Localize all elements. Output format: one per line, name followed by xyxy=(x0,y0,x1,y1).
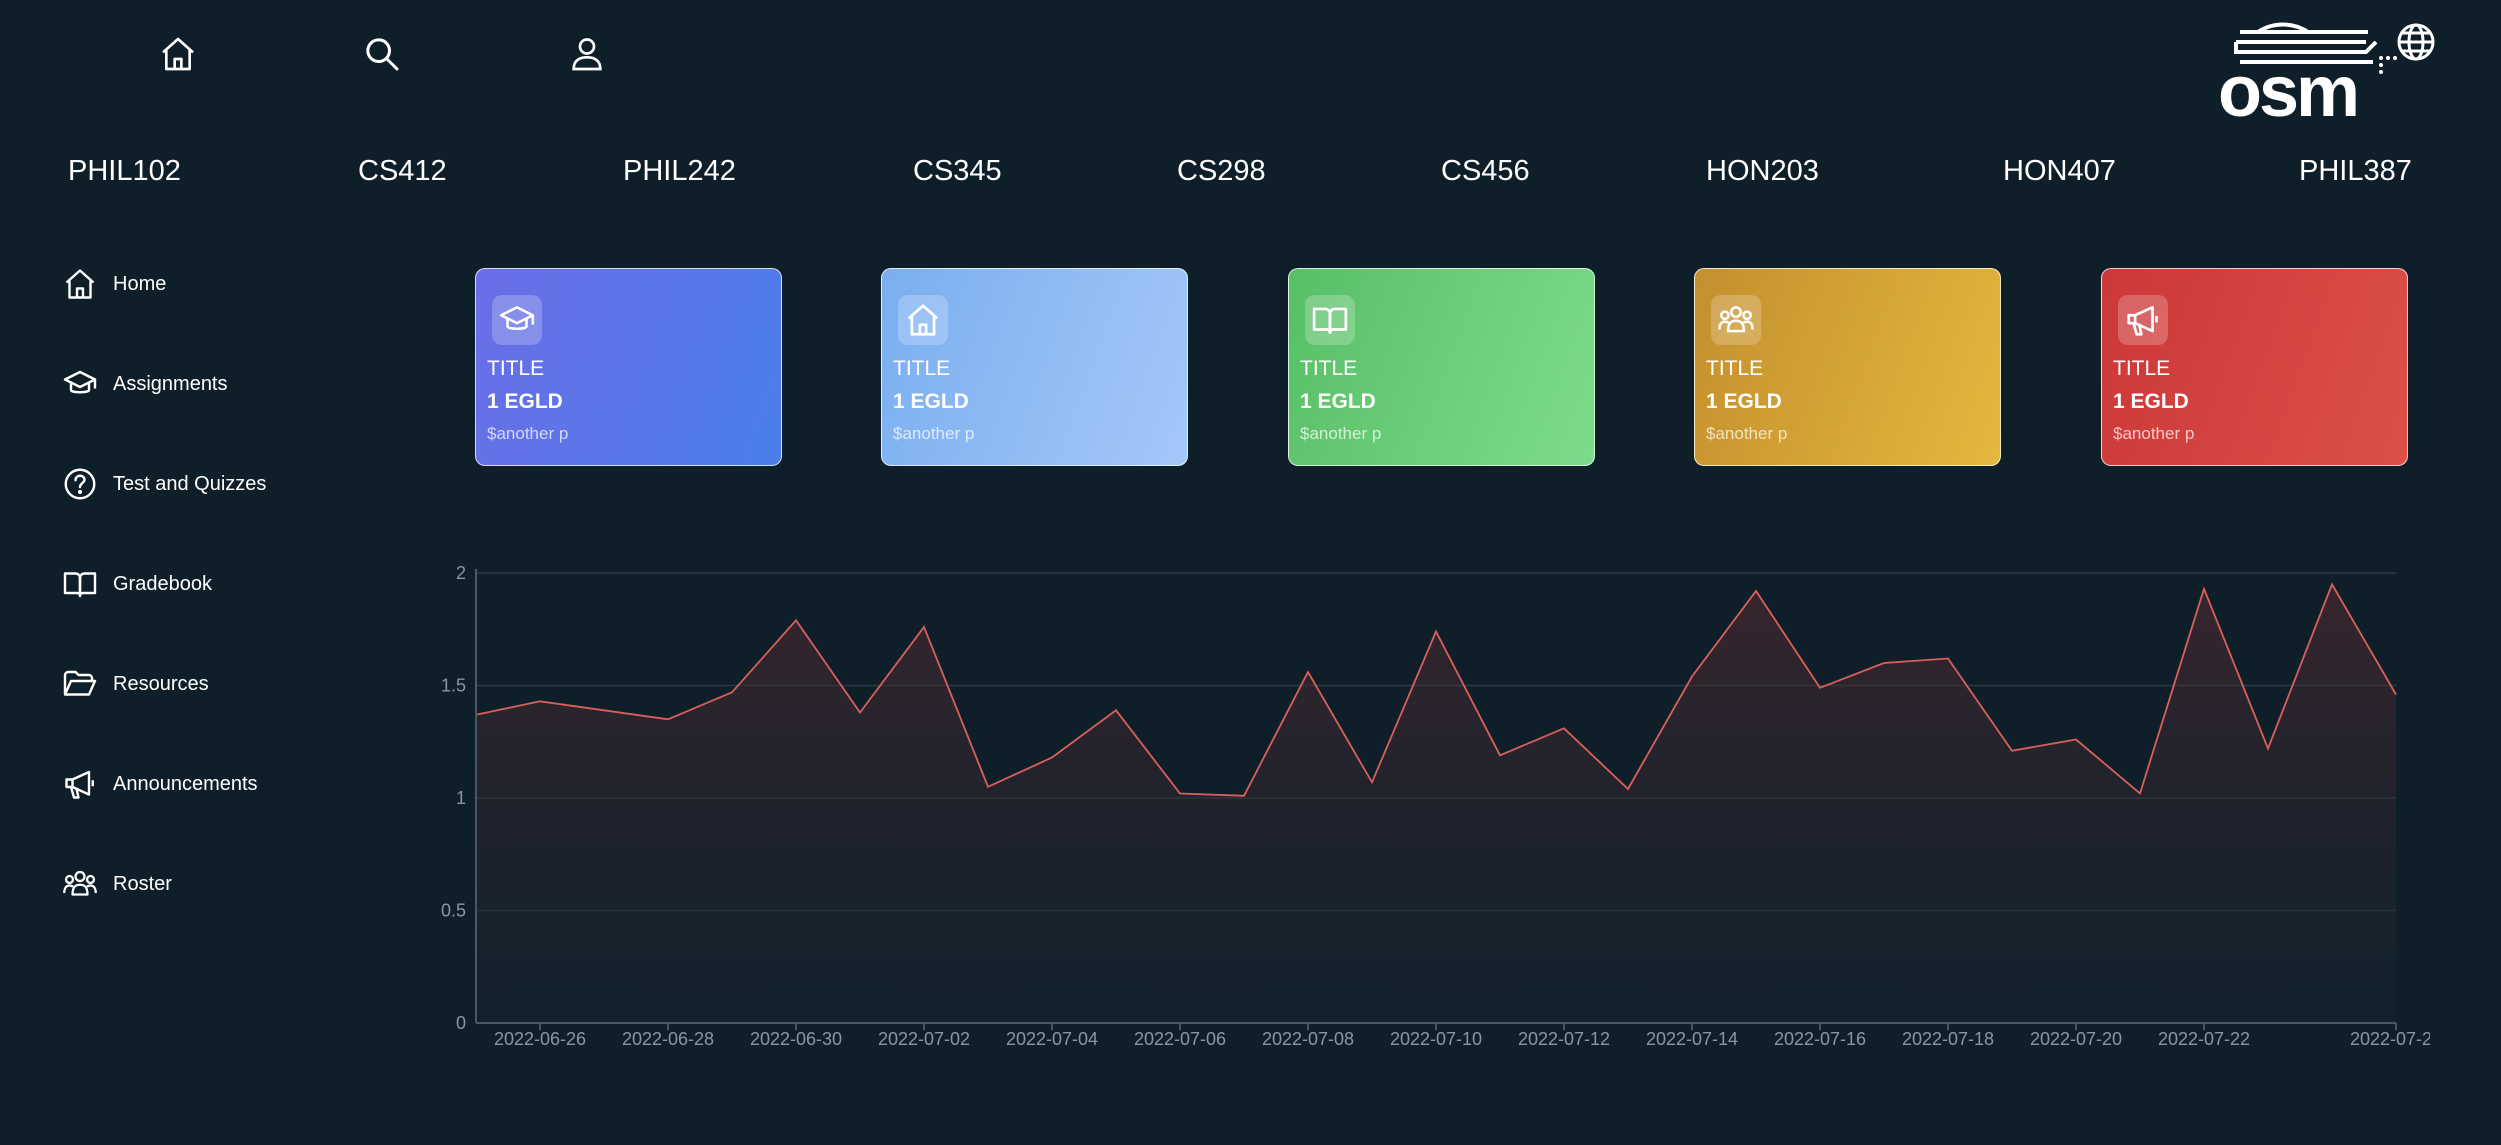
home-icon[interactable] xyxy=(154,30,202,78)
sidebar-item-label: Assignments xyxy=(113,372,228,395)
x-tick-label: 2022-07-18 xyxy=(1902,1029,1994,1049)
card-subtitle: $another p xyxy=(2113,424,2195,443)
area-chart: 0 0.5 1 1.5 2 2022-06-26 2022-06-28 2022-06-30… xyxy=(430,560,2442,1060)
sidebar-item-label: Gradebook xyxy=(113,572,212,595)
course-tab[interactable]: PHIL102 xyxy=(68,155,181,188)
question-circle-icon xyxy=(60,464,100,504)
sidebar-item-announcements[interactable]: Announcements xyxy=(60,762,258,806)
card-title: TITLE xyxy=(1706,357,1764,380)
x-tick-label: 2022-07-12 xyxy=(1518,1029,1610,1049)
sidebar-item-home[interactable]: Home xyxy=(60,262,166,306)
y-tick-label: 2 xyxy=(456,563,466,583)
sidebar-item-tests[interactable]: Test and Quizzes xyxy=(60,462,266,506)
home-icon xyxy=(898,295,948,345)
megaphone-icon xyxy=(2118,295,2168,345)
card-subtitle: $another p xyxy=(1706,424,1788,443)
card-title: TITLE xyxy=(487,357,545,380)
course-tab[interactable]: HON203 xyxy=(1706,155,1819,188)
x-tick-label: 2022-07-06 xyxy=(1134,1029,1226,1049)
graduation-cap-icon xyxy=(60,364,100,404)
stat-card[interactable]: TITLE 1 EGLD $another p xyxy=(475,268,782,466)
card-title: TITLE xyxy=(2113,357,2171,380)
course-tab[interactable]: PHIL387 xyxy=(2299,155,2412,188)
graduation-cap-icon xyxy=(492,295,542,345)
home-icon xyxy=(60,264,100,304)
search-icon[interactable] xyxy=(358,30,406,78)
card-title: TITLE xyxy=(1300,357,1358,380)
y-tick-labels: 0 0.5 1 1.5 2 xyxy=(441,563,466,1033)
card-amount: 1 EGLD xyxy=(2113,390,2189,413)
card-subtitle: $another p xyxy=(893,424,975,443)
area-fill xyxy=(476,584,2396,1023)
x-tick-label: 2022-07-25 xyxy=(2350,1029,2430,1049)
sidebar-item-resources[interactable]: Resources xyxy=(60,662,209,706)
x-tick-label: 2022-06-30 xyxy=(750,1029,842,1049)
x-tick-label: 2022-07-20 xyxy=(2030,1029,2122,1049)
card-title: TITLE xyxy=(893,357,951,380)
x-tick-labels: 2022-06-26 2022-06-28 2022-06-30 2022-07-02… xyxy=(494,1023,2442,1049)
book-open-icon xyxy=(60,564,100,604)
folder-icon xyxy=(60,664,100,704)
course-tab[interactable]: CS345 xyxy=(913,155,1002,188)
book-open-icon xyxy=(1305,295,1355,345)
y-tick-label: 1.5 xyxy=(441,676,466,696)
sidebar-item-label: Roster xyxy=(113,872,172,895)
users-icon xyxy=(60,864,100,904)
stat-card[interactable]: TITLE 1 EGLD $another p xyxy=(1694,268,2001,466)
x-tick-label: 2022-07-04 xyxy=(1006,1029,1098,1049)
stat-card[interactable]: TITLE 1 EGLD $another p xyxy=(1288,268,1595,466)
sidebar-item-roster[interactable]: Roster xyxy=(60,862,172,906)
course-tabs: PHIL102 CS412 PHIL242 CS345 CS298 CS456 … xyxy=(68,155,2412,205)
card-subtitle: $another p xyxy=(1300,424,1382,443)
y-tick-label: 1 xyxy=(456,788,466,808)
users-icon xyxy=(1711,295,1761,345)
sidebar-item-gradebook[interactable]: Gradebook xyxy=(60,562,212,606)
x-tick-label: 2022-06-26 xyxy=(494,1029,586,1049)
y-tick-label: 0.5 xyxy=(441,901,466,921)
area-series xyxy=(475,582,2397,1023)
card-amount: 1 EGLD xyxy=(1706,390,1782,413)
stat-card[interactable]: TITLE 1 EGLD $another p xyxy=(881,268,1188,466)
course-tab[interactable]: CS298 xyxy=(1177,155,1266,188)
course-tab[interactable]: HON407 xyxy=(2003,155,2116,188)
sidebar-item-label: Test and Quizzes xyxy=(113,472,267,495)
card-amount: 1 EGLD xyxy=(893,390,969,413)
card-amount: 1 EGLD xyxy=(1300,390,1376,413)
sidebar-item-label: Resources xyxy=(113,672,209,695)
osm-logo[interactable]: osm xyxy=(2218,14,2438,124)
x-tick-label: 2022-07-10 xyxy=(1390,1029,1482,1049)
card-amount: 1 EGLD xyxy=(487,390,563,413)
x-tick-label: 2022-07-02 xyxy=(878,1029,970,1049)
area-chart-svg: 0 0.5 1 1.5 2 2022-06-26 2022-06-28 2022-06-30… xyxy=(441,563,2442,1049)
sidebar-item-label: Home xyxy=(113,272,167,295)
x-tick-label: 2022-07-14 xyxy=(1646,1029,1738,1049)
megaphone-icon xyxy=(60,764,100,804)
sidebar-item-label: Announcements xyxy=(113,772,258,795)
user-icon[interactable] xyxy=(563,30,611,78)
top-bar: osm xyxy=(0,0,2501,124)
x-tick-label: 2022-06-28 xyxy=(622,1029,714,1049)
card-subtitle: $another p xyxy=(487,424,569,443)
course-tab[interactable]: CS412 xyxy=(358,155,447,188)
stat-card[interactable]: TITLE 1 EGLD $another p xyxy=(2101,268,2408,466)
course-tab[interactable]: CS456 xyxy=(1441,155,1530,188)
x-tick-label: 2022-07-08 xyxy=(1262,1029,1354,1049)
logo-text: osm xyxy=(2218,52,2357,124)
x-tick-label: 2022-07-16 xyxy=(1774,1029,1866,1049)
x-tick-label: 2022-07-22 xyxy=(2158,1029,2250,1049)
course-tab[interactable]: PHIL242 xyxy=(623,155,736,188)
y-tick-label: 0 xyxy=(456,1013,466,1033)
sidebar-item-assignments[interactable]: Assignments xyxy=(60,362,228,406)
